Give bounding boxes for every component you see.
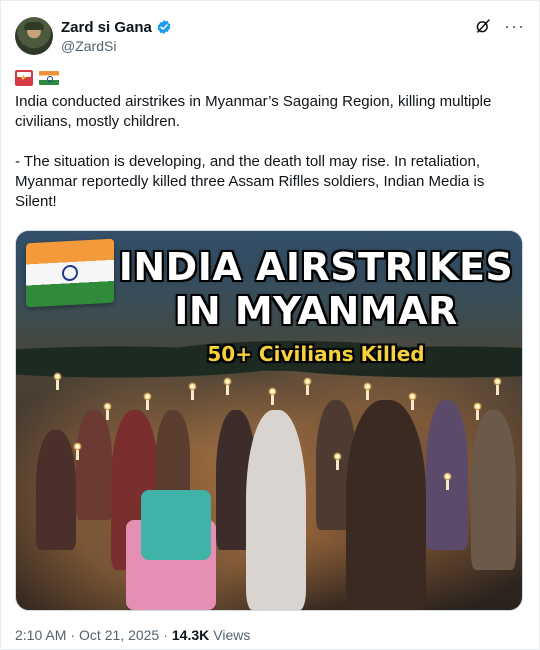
tweet-time[interactable]: 2:10 AM — [15, 627, 66, 643]
flag-emojis — [15, 69, 59, 87]
display-name[interactable]: Zard si Gana — [61, 19, 152, 36]
tweet-meta: 2:10 AM · Oct 21, 2025 · 14.3K Views — [15, 627, 250, 643]
meta-separator: · — [70, 627, 76, 643]
display-name-row: Zard si Gana — [61, 17, 172, 37]
more-icon[interactable]: ··· — [504, 17, 525, 35]
tweet-text: India conducted airstrikes in Myanmar’s … — [15, 92, 525, 212]
ashoka-chakra-icon — [62, 264, 78, 282]
india-flag-graphic — [26, 238, 114, 308]
header-actions: ··· — [474, 17, 525, 35]
media-headline-line-1: INDIA AIRSTRIKES — [118, 245, 514, 289]
media-headline-line-2: IN MYANMAR — [174, 289, 458, 333]
meta-separator-2: · — [163, 627, 168, 643]
flag-india-icon — [39, 71, 59, 85]
views-label: Views — [213, 627, 251, 643]
verified-badge-icon — [157, 20, 171, 34]
tweet-header: Zard si Gana @ZardSi ··· — [15, 15, 525, 59]
avatar[interactable] — [15, 17, 53, 55]
flag-myanmar-icon — [15, 70, 33, 86]
views-count[interactable]: 14.3K — [172, 627, 209, 643]
tweet-media-image[interactable]: INDIA AIRSTRIKES IN MYANMAR 50+ Civilian… — [15, 230, 523, 611]
author-block: Zard si Gana @ZardSi — [61, 17, 172, 54]
grok-icon[interactable] — [474, 17, 492, 35]
media-crowd — [16, 360, 522, 610]
handle[interactable]: @ZardSi — [61, 38, 172, 54]
media-headline: INDIA AIRSTRIKES IN MYANMAR — [116, 245, 516, 333]
tweet-paragraph-2: - The situation is developing, and the d… — [15, 153, 485, 210]
tweet-paragraph-1: India conducted airstrikes in Myanmar’s … — [15, 93, 492, 130]
tweet-card: Zard si Gana @ZardSi ··· India conducted… — [0, 0, 540, 650]
tweet-date[interactable]: Oct 21, 2025 — [79, 627, 159, 643]
media-subheadline: 50+ Civilians Killed — [207, 342, 425, 366]
